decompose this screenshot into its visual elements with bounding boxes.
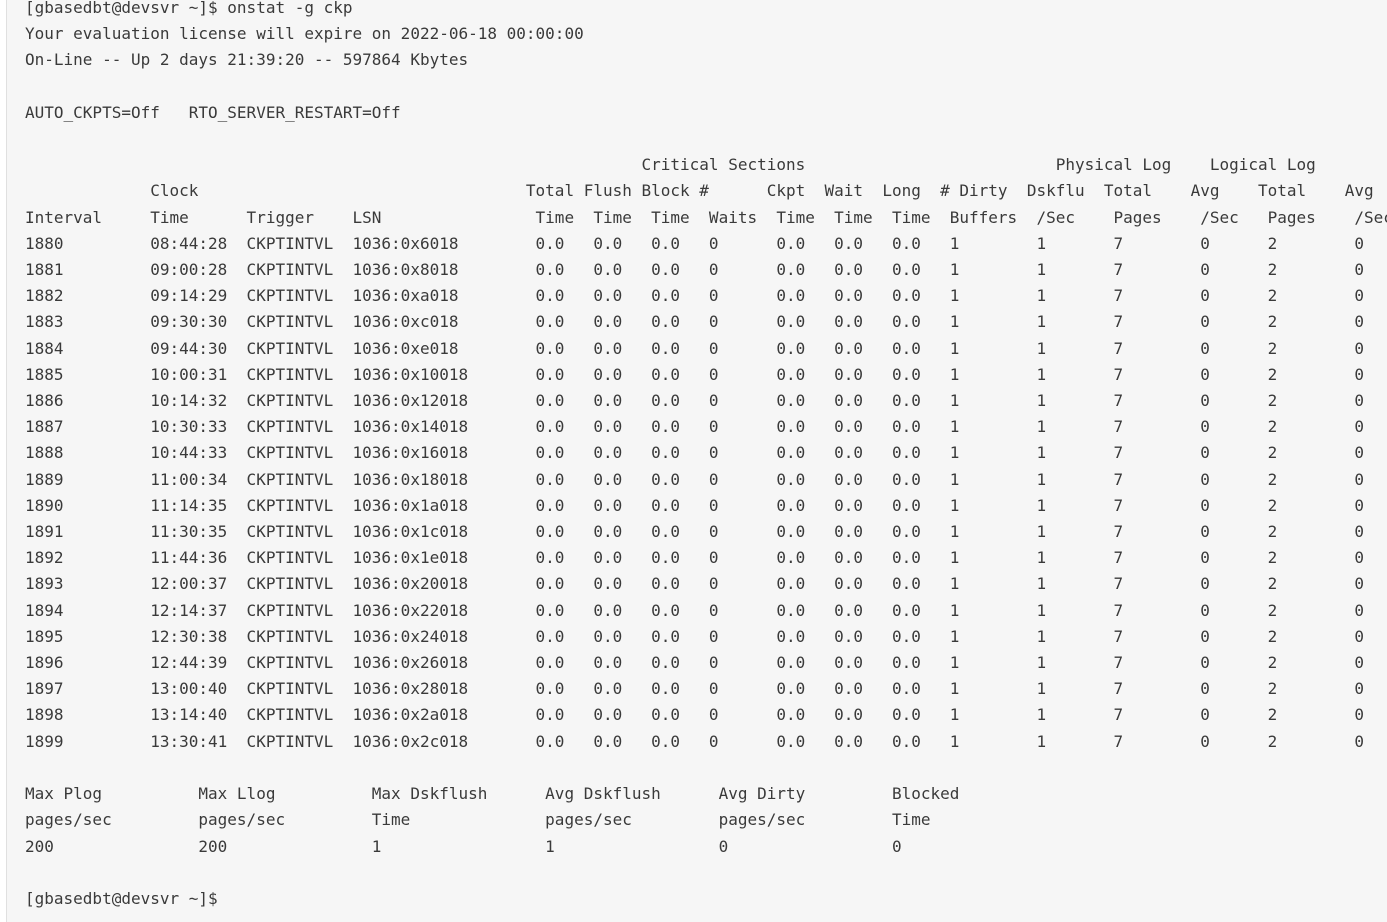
shell-prompt[interactable]: [gbasedbt@devsvr ~]$ [25, 889, 218, 908]
table-row: 1899 13:30:41 CKPTINTVL 1036:0x2c018 0.0… [25, 731, 1364, 751]
table-row: 1884 09:44:30 CKPTINTVL 1036:0xe018 0.0 … [25, 338, 1364, 358]
summary-header-row: pages/sec pages/sec Time pages/sec pages… [25, 810, 931, 830]
table-row: 1887 10:30:33 CKPTINTVL 1036:0x14018 0.0… [25, 417, 1364, 437]
table-row: 1894 12:14:37 CKPTINTVL 1036:0x22018 0.0… [25, 600, 1364, 620]
table-row: 1888 10:44:33 CKPTINTVL 1036:0x16018 0.0… [25, 443, 1364, 463]
table-header-row: Critical Sections Physical Log Logical L… [25, 155, 1316, 175]
table-header-row: Interval Time Trigger LSN Time Time Time… [25, 207, 1387, 227]
uptime-line: On-Line -- Up 2 days 21:39:20 -- 597864 … [25, 50, 469, 70]
terminal-text[interactable]: [gbasedbt@devsvr ~]$ onstat -g ckp Your … [25, 0, 1387, 912]
table-row: 1883 09:30:30 CKPTINTVL 1036:0xc018 0.0 … [25, 312, 1364, 332]
config-line: AUTO_CKPTS=Off RTO_SERVER_RESTART=Off [25, 102, 401, 122]
table-row: 1893 12:00:37 CKPTINTVL 1036:0x20018 0.0… [25, 574, 1364, 594]
table-header-row: Clock Total Flush Block # Ckpt Wait Long… [25, 181, 1374, 201]
table-row: 1897 13:00:40 CKPTINTVL 1036:0x28018 0.0… [25, 679, 1364, 699]
table-row: 1881 09:00:28 CKPTINTVL 1036:0x8018 0.0 … [25, 260, 1364, 280]
command-line: [gbasedbt@devsvr ~]$ onstat -g ckp [25, 0, 353, 17]
table-row: 1885 10:00:31 CKPTINTVL 1036:0x10018 0.0… [25, 364, 1364, 384]
table-row: 1882 09:14:29 CKPTINTVL 1036:0xa018 0.0 … [25, 286, 1364, 306]
summary-header-row: Max Plog Max Llog Max Dskflush Avg Dskfl… [25, 784, 960, 804]
table-row: 1891 11:30:35 CKPTINTVL 1036:0x1c018 0.0… [25, 522, 1364, 542]
table-row: 1898 13:14:40 CKPTINTVL 1036:0x2a018 0.0… [25, 705, 1364, 725]
table-row: 1880 08:44:28 CKPTINTVL 1036:0x6018 0.0 … [25, 233, 1364, 253]
summary-value-row: 200 200 1 1 0 0 [25, 836, 902, 856]
table-row: 1895 12:30:38 CKPTINTVL 1036:0x24018 0.0… [25, 626, 1364, 646]
table-row: 1896 12:44:39 CKPTINTVL 1036:0x26018 0.0… [25, 653, 1364, 673]
table-row: 1886 10:14:32 CKPTINTVL 1036:0x12018 0.0… [25, 391, 1364, 411]
terminal-output-block: [gbasedbt@devsvr ~]$ onstat -g ckp Your … [6, 0, 1387, 922]
license-line: Your evaluation license will expire on 2… [25, 24, 584, 44]
table-row: 1889 11:00:34 CKPTINTVL 1036:0x18018 0.0… [25, 469, 1364, 489]
table-row: 1892 11:44:36 CKPTINTVL 1036:0x1e018 0.0… [25, 548, 1364, 568]
table-row: 1890 11:14:35 CKPTINTVL 1036:0x1a018 0.0… [25, 495, 1364, 515]
